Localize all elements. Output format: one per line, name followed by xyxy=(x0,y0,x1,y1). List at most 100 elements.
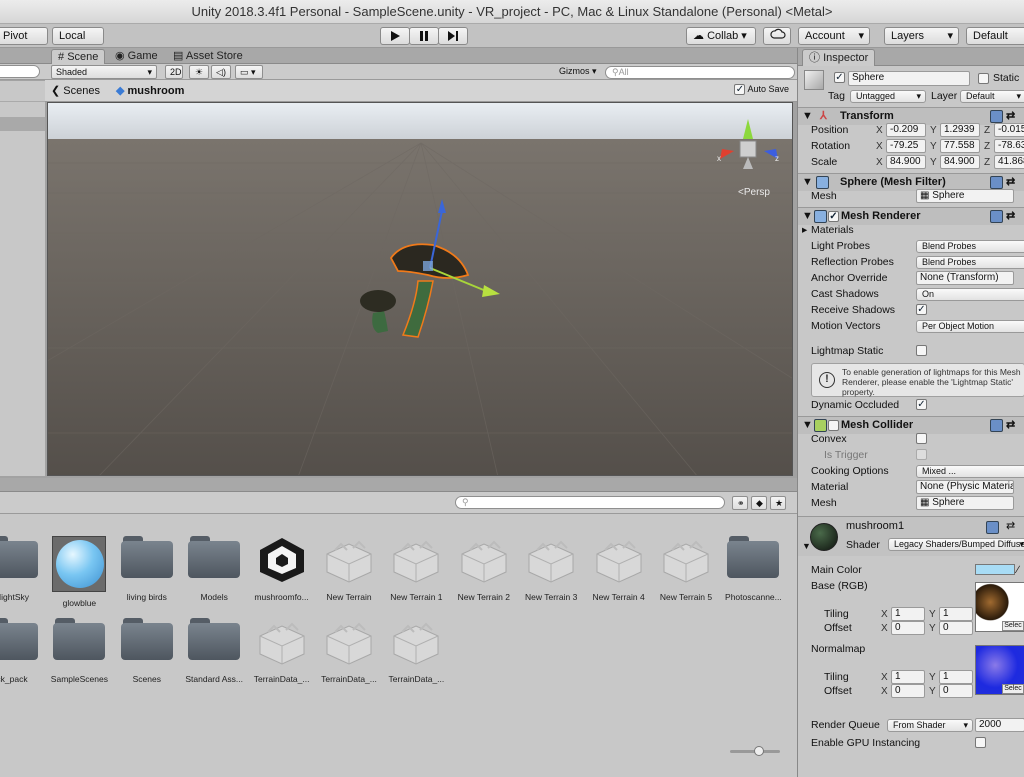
shader-dropdown[interactable]: Legacy Shaders/Bumped Diffuse ▾ xyxy=(888,538,1024,551)
collab-dropdown[interactable]: ☁ Collab ▾ xyxy=(686,27,756,45)
asset-folder[interactable]: ck_pack xyxy=(0,618,46,684)
base-tiling-x-field[interactable]: 1 xyxy=(891,607,925,621)
pause-button[interactable] xyxy=(409,27,439,45)
is-trigger-checkbox[interactable] xyxy=(916,449,927,460)
base-tiling-y-field[interactable]: 1 xyxy=(939,607,973,621)
materials-row[interactable]: ▸ Materials xyxy=(798,222,1024,238)
draw-mode-dropdown[interactable]: Shaded ▾ xyxy=(51,65,157,79)
asset-terrain[interactable]: New Terrain 2 xyxy=(450,536,518,602)
hierarchy-search[interactable] xyxy=(0,65,40,78)
pivot-toggle[interactable]: Pivot xyxy=(0,27,48,45)
base-offset-y-field[interactable]: 0 xyxy=(939,621,973,635)
asset-folder[interactable]: SampleScenes xyxy=(45,618,113,684)
scene-viewport[interactable]: x z <Persp xyxy=(47,102,793,476)
hierarchy-selected-row[interactable] xyxy=(0,117,45,131)
asset-terrain[interactable]: TerrainData_... xyxy=(315,618,383,684)
mesh-collider-enabled-checkbox[interactable] xyxy=(828,420,839,431)
static-checkbox[interactable] xyxy=(978,73,989,84)
light-probes-dropdown[interactable]: Blend Probes xyxy=(916,240,1024,253)
transform-scale-y-field[interactable]: 84.900 xyxy=(940,155,980,169)
material-header[interactable]: ▼ mushroom1 Shader Legacy Shaders/Bumped… xyxy=(798,516,1024,556)
step-button[interactable] xyxy=(438,27,468,45)
collider-mesh-field[interactable]: ▦ Sphere xyxy=(916,496,1014,510)
transform-rotation-z-field[interactable]: -78.63 xyxy=(994,139,1024,153)
asset-folder[interactable]: living birds xyxy=(113,536,181,602)
asset-terrain[interactable]: TerrainData_... xyxy=(382,618,450,684)
play-button[interactable] xyxy=(380,27,410,45)
asset-terrain[interactable]: New Terrain 5 xyxy=(652,536,720,602)
normal-offset-x-field[interactable]: 0 xyxy=(891,684,925,698)
favorites-button[interactable]: ★ xyxy=(770,496,786,510)
render-queue-mode-dropdown[interactable]: From Shader ▾ xyxy=(887,719,973,732)
asset-terrain[interactable]: New Terrain xyxy=(315,536,383,602)
layer-dropdown[interactable]: Default ▾ xyxy=(960,90,1024,103)
active-checkbox[interactable]: ✓ xyxy=(834,72,845,83)
asset-unity[interactable]: mushroomfo... xyxy=(248,536,316,602)
tab-game[interactable]: ◉ Game xyxy=(109,49,164,64)
project-search[interactable]: ⚲ xyxy=(455,496,725,509)
local-toggle[interactable]: Local xyxy=(52,27,104,45)
tag-dropdown[interactable]: Untagged ▾ xyxy=(850,90,926,103)
breadcrumb-scenes[interactable]: ❮ Scenes xyxy=(51,84,100,97)
auto-save-checkbox[interactable]: ✓ xyxy=(734,84,746,96)
transform-position-x-field[interactable]: -0.209 xyxy=(886,123,926,137)
transform-rotation-x-field[interactable]: -79.25 xyxy=(886,139,926,153)
account-dropdown[interactable]: Account ▾ xyxy=(798,27,870,45)
thumbnail-size-slider[interactable] xyxy=(730,746,780,756)
layers-dropdown[interactable]: Layers ▾ xyxy=(884,27,959,45)
normal-tiling-y-field[interactable]: 1 xyxy=(939,670,973,684)
gpu-instancing-checkbox[interactable] xyxy=(975,737,986,748)
transform-position-y-field[interactable]: 1.2939 xyxy=(940,123,980,137)
mesh-field[interactable]: ▦ Sphere xyxy=(916,189,1014,203)
scene-canvas[interactable]: x z <Persp xyxy=(48,103,793,476)
convex-checkbox[interactable] xyxy=(916,433,927,444)
render-queue-field[interactable]: 2000 xyxy=(975,718,1024,732)
asset-terrain[interactable]: New Terrain 1 xyxy=(382,536,450,602)
effects-dropdown[interactable]: ▭ ▾ xyxy=(235,65,263,79)
gizmos-dropdown[interactable]: Gizmos ▾ xyxy=(555,65,601,79)
tab-inspector[interactable]: ⓘ Inspector xyxy=(802,49,876,66)
cast-shadows-dropdown[interactable]: On xyxy=(916,288,1024,301)
base-offset-x-field[interactable]: 0 xyxy=(891,621,925,635)
mesh-renderer-enabled-checkbox[interactable]: ✓ xyxy=(828,211,839,222)
lighting-toggle[interactable]: ☀ xyxy=(189,65,209,79)
audio-toggle[interactable]: ◁) xyxy=(211,65,231,79)
normal-offset-y-field[interactable]: 0 xyxy=(939,684,973,698)
receive-shadows-checkbox[interactable]: ✓ xyxy=(916,304,927,315)
transform-rotation-y-field[interactable]: 77.558 xyxy=(940,139,980,153)
auto-save-toggle[interactable]: ✓ Auto Save xyxy=(734,84,789,96)
scene-search[interactable]: ⚲All xyxy=(605,66,795,79)
transform-scale-x-field[interactable]: 84.900 xyxy=(886,155,926,169)
transform-position-z-field[interactable]: -0.015 xyxy=(994,123,1024,137)
asset-folder[interactable]: Scenes xyxy=(113,618,181,684)
slider-handle[interactable] xyxy=(754,746,764,756)
anchor-override-field[interactable]: None (Transform) xyxy=(916,271,1014,285)
asset-terrain[interactable]: New Terrain 4 xyxy=(585,536,653,602)
dynamic-occluded-checkbox[interactable]: ✓ xyxy=(916,399,927,410)
lightmap-static-checkbox[interactable] xyxy=(916,345,927,356)
tab-asset-store[interactable]: ▤ Asset Store xyxy=(167,49,249,64)
motion-vectors-dropdown[interactable]: Per Object Motion xyxy=(916,320,1024,333)
filter-label-button[interactable]: ◆ xyxy=(751,496,767,510)
object-name-field[interactable]: Sphere xyxy=(848,71,970,86)
2d-toggle[interactable]: 2D xyxy=(165,65,183,79)
breadcrumb-prefab[interactable]: ◆ mushroom xyxy=(116,84,184,97)
main-color-swatch[interactable] xyxy=(975,564,1015,575)
eyedropper-icon[interactable]: ∕ xyxy=(1017,562,1019,578)
cloud-services-button[interactable] xyxy=(763,27,791,45)
gizmo-persp-label[interactable]: <Persp xyxy=(738,187,770,198)
settings-sliders-icon[interactable]: ⇄ xyxy=(1006,519,1015,532)
help-book-icon[interactable] xyxy=(986,521,999,534)
reflection-probes-dropdown[interactable]: Blend Probes xyxy=(916,256,1024,269)
asset-terrain[interactable]: TerrainData_... xyxy=(248,618,316,684)
cooking-options-dropdown[interactable]: Mixed ... xyxy=(916,465,1024,478)
asset-folder[interactable]: Photoscanne... xyxy=(719,536,787,602)
asset-folder[interactable]: NightSky xyxy=(0,536,46,602)
asset-folder[interactable]: Models xyxy=(180,536,248,602)
tab-scene[interactable]: # Scene xyxy=(51,49,106,64)
asset-material[interactable]: glowblue xyxy=(45,536,113,608)
filter-type-button[interactable]: ⚭ xyxy=(732,496,748,510)
normal-tiling-x-field[interactable]: 1 xyxy=(891,670,925,684)
collider-material-field[interactable]: None (Physic Materia xyxy=(916,480,1014,494)
transform-scale-z-field[interactable]: 41.868 xyxy=(994,155,1024,169)
